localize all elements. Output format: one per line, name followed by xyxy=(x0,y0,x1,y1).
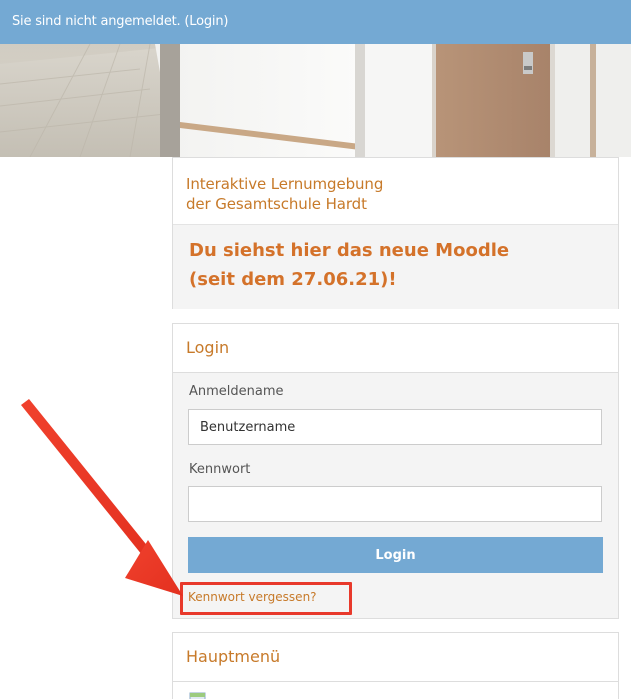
announcement-line2: (seit dem 27.06.21)! xyxy=(189,269,397,290)
main-menu-block: Hauptmenü xyxy=(172,632,619,699)
username-label: Anmeldename xyxy=(189,384,284,399)
site-title: Interaktive Lernumgebung der Gesamtschul… xyxy=(186,174,586,214)
announcement-headline: Du siehst hier das neue Moodle (seit dem… xyxy=(189,236,609,294)
login-block-title: Login xyxy=(186,338,230,357)
announcement-panel: Du siehst hier das neue Moodle (seit dem… xyxy=(173,224,618,309)
username-input[interactable] xyxy=(188,409,602,445)
main-menu-title: Hauptmenü xyxy=(186,647,281,666)
password-label: Kennwort xyxy=(189,462,251,477)
login-block-header: Login xyxy=(173,324,618,373)
arrow-shaft xyxy=(21,399,162,571)
login-link[interactable]: Login xyxy=(189,14,223,29)
header-banner-image xyxy=(0,44,631,157)
site-title-line1: Interaktive Lernumgebung xyxy=(186,175,384,193)
login-block: Login Anmeldename Kennwort Login Kennwor… xyxy=(172,323,619,619)
password-input[interactable] xyxy=(188,486,602,522)
document-icon-graphic xyxy=(189,692,206,699)
document-icon[interactable] xyxy=(189,692,207,699)
main-menu-header: Hauptmenü xyxy=(173,633,618,682)
login-status-close: ) xyxy=(223,14,229,29)
login-submit-button[interactable]: Login xyxy=(188,537,603,573)
login-status-text: Sie sind nicht angemeldet. ( xyxy=(12,14,190,29)
site-title-line2: der Gesamtschule Hardt xyxy=(186,195,367,213)
hallway-illustration xyxy=(0,44,631,157)
announcement-line1: Du siehst hier das neue Moodle xyxy=(189,240,510,261)
annotation-highlight-box xyxy=(180,582,352,615)
top-navbar: Sie sind nicht angemeldet. (Login) xyxy=(0,0,631,44)
site-info-block: Interaktive Lernumgebung der Gesamtschul… xyxy=(172,157,619,309)
